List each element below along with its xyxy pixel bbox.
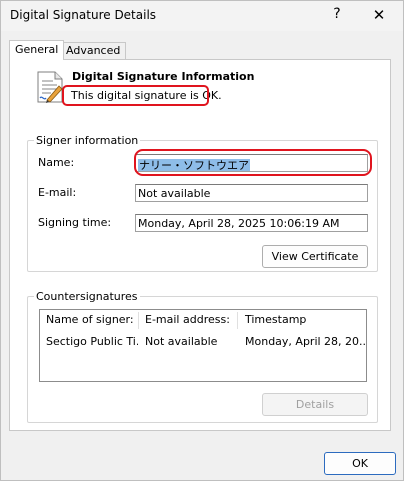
column-header-email[interactable]: E-mail address: — [141, 310, 237, 331]
signing-time-label: Signing time: — [38, 216, 112, 229]
column-divider[interactable] — [237, 312, 238, 329]
close-button[interactable]: ✕ — [369, 6, 389, 26]
row-email: Not available — [145, 335, 218, 348]
signature-details-dialog: Digital Signature Details ? ✕ General Ad… — [0, 0, 404, 481]
email-label: E-mail: — [38, 186, 77, 199]
countersignatures-group: Countersignatures Name of signer: E-mail… — [27, 290, 378, 423]
row-timestamp: Monday, April 28, 20... — [245, 335, 366, 348]
email-field[interactable]: Not available — [135, 184, 368, 202]
signature-info-title: Digital Signature Information — [72, 70, 255, 83]
list-item[interactable]: Sectigo Public Ti... Not available Monda… — [40, 332, 366, 352]
name-label: Name: — [38, 156, 75, 169]
column-header-name[interactable]: Name of signer: — [42, 310, 138, 331]
signer-group-legend: Signer information — [34, 134, 141, 147]
ok-button[interactable]: OK — [324, 452, 396, 475]
certificate-document-icon — [37, 71, 63, 103]
row-signer-name: Sectigo Public Ti... — [46, 335, 138, 348]
signer-information-group: Signer information Name: ナリー・ソフトウエア E-ma… — [27, 134, 378, 272]
view-certificate-button[interactable]: View Certificate — [262, 245, 368, 268]
countersignatures-legend: Countersignatures — [34, 290, 140, 303]
title-bar: Digital Signature Details ? ✕ — [1, 1, 403, 31]
column-divider[interactable] — [138, 312, 139, 329]
column-header-timestamp[interactable]: Timestamp — [241, 310, 366, 331]
countersignatures-list[interactable]: Name of signer: E-mail address: Timestam… — [39, 309, 367, 382]
help-button[interactable]: ? — [329, 6, 345, 26]
signing-time-field[interactable]: Monday, April 28, 2025 10:06:19 AM — [135, 214, 368, 232]
details-button[interactable]: Details — [262, 393, 368, 416]
general-tab-panel: Digital Signature Information This digit… — [9, 59, 391, 431]
list-header: Name of signer: E-mail address: Timestam… — [40, 310, 366, 331]
name-highlight-ring — [134, 149, 372, 176]
tab-advanced[interactable]: Advanced — [60, 42, 127, 59]
window-title: Digital Signature Details — [10, 8, 157, 22]
tab-general[interactable]: General — [9, 40, 65, 60]
status-highlight-ring — [62, 85, 209, 106]
